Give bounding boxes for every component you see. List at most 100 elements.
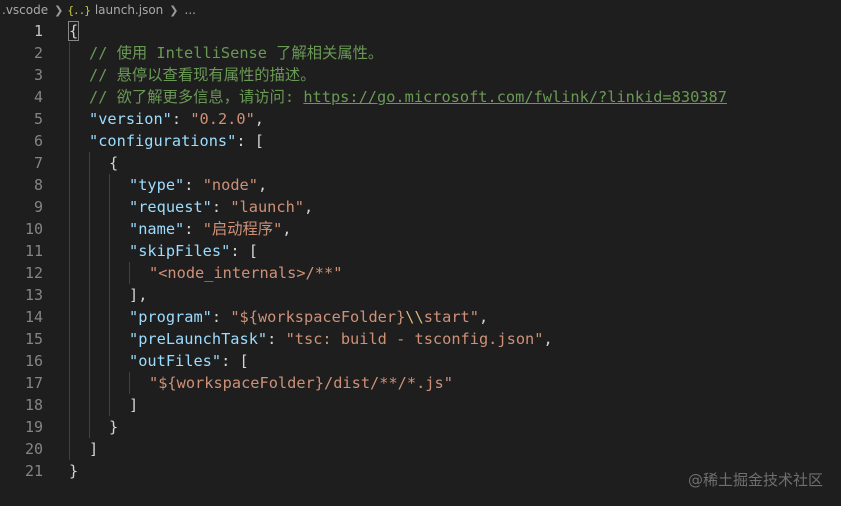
line-content: "<node_internals>/**": [149, 262, 342, 284]
indent-guide: [69, 350, 70, 372]
indent-guide: [129, 372, 130, 394]
token-str: "<node_internals>/**": [149, 264, 343, 282]
indent-guide: [69, 262, 70, 284]
code-line[interactable]: 4 // 欲了解更多信息，请访问: https://go.microsoft.co…: [0, 86, 841, 108]
code-line[interactable]: 1{: [0, 20, 841, 42]
code-line[interactable]: 19}: [0, 416, 841, 438]
line-number: 8: [33, 176, 43, 194]
token-key: "outFiles": [129, 352, 222, 370]
token-key: "name": [129, 220, 185, 238]
token-brace: }: [109, 418, 119, 436]
code-line[interactable]: 14 "program": "${workspaceFolder}\\start"…: [0, 306, 841, 328]
code-line[interactable]: 12 "<node_internals>/**": [0, 262, 841, 284]
token-brace: }: [69, 462, 79, 480]
code-line[interactable]: 6 "configurations": [: [0, 130, 841, 152]
token-punc: ,: [257, 176, 268, 194]
indent-guide: [69, 372, 70, 394]
code-line[interactable]: 5 "version": "0.2.0",: [0, 108, 841, 130]
code-editor[interactable]: .vscode ❯ {..} launch.json ❯ ... 1{2// 使…: [0, 0, 841, 506]
code-line[interactable]: 17 "${workspaceFolder}/dist/**/*.js": [0, 372, 841, 394]
indent-guide: [109, 196, 110, 218]
token-bracket: [: [254, 132, 264, 150]
code-lines[interactable]: 1{2// 使用 IntelliSense 了解相关属性。 3// 悬停以查看现有…: [0, 20, 841, 482]
line-content: {: [67, 20, 80, 42]
line-content: // 欲了解更多信息，请访问: https://go.microsoft.com…: [89, 86, 727, 108]
line-content: }: [69, 460, 78, 482]
token-bracket: ]: [89, 440, 99, 458]
code-line[interactable]: 9 "request": "launch",: [0, 196, 841, 218]
token-bracket: [: [248, 242, 258, 260]
code-line[interactable]: 20]: [0, 438, 841, 460]
token-comment: // 悬停以查看现有属性的描述。: [89, 66, 316, 84]
token-comment: // 使用 IntelliSense 了解相关属性。: [89, 44, 384, 62]
token-punc: :: [236, 132, 255, 150]
token-str: "启动程序": [202, 220, 283, 238]
token-punc: :: [211, 198, 231, 216]
indent-guide: [89, 394, 90, 416]
indent-guide: [109, 218, 110, 240]
line-number: 16: [24, 352, 43, 370]
code-line[interactable]: 8 "type": "node",: [0, 174, 841, 196]
code-line[interactable]: 18]: [0, 394, 841, 416]
code-line[interactable]: 2 // 使用 IntelliSense 了解相关属性。: [0, 42, 841, 64]
code-line[interactable]: 11 "skipFiles": [: [0, 240, 841, 262]
code-line[interactable]: 16 "outFiles": [: [0, 350, 841, 372]
token-key: "program": [129, 308, 212, 326]
token-key: "configurations": [89, 132, 237, 150]
token-link[interactable]: https://go.microsoft.com/fwlink/?linkid=…: [303, 88, 727, 106]
indent-guide: [69, 64, 70, 86]
code-line[interactable]: 7{: [0, 152, 841, 174]
line-content: }: [109, 416, 118, 438]
line-content: // 悬停以查看现有属性的描述。: [89, 64, 316, 86]
line-content: "name": "启动程序",: [129, 218, 292, 240]
line-number: 6: [33, 132, 43, 150]
line-number: 11: [24, 242, 43, 260]
breadcrumb-file[interactable]: launch.json: [93, 3, 165, 17]
code-line[interactable]: 13],: [0, 284, 841, 306]
token-comment: // 欲了解更多信息，请访问:: [89, 88, 304, 106]
indent-guide: [69, 196, 70, 218]
indent-guide: [109, 240, 110, 262]
token-key: "skipFiles": [129, 242, 231, 260]
breadcrumb-folder[interactable]: .vscode: [0, 3, 50, 17]
line-number: 1: [33, 22, 43, 40]
line-number: 21: [24, 462, 43, 480]
breadcrumb-more[interactable]: ...: [183, 3, 198, 17]
token-punc: :: [211, 308, 231, 326]
line-number: 10: [24, 220, 43, 238]
token-brace-hl: {: [67, 21, 80, 41]
indent-guide: [69, 394, 70, 416]
line-number: 20: [24, 440, 43, 458]
chevron-right-icon: ❯: [169, 3, 179, 17]
token-escape: \\: [405, 308, 424, 326]
line-number: 15: [24, 330, 43, 348]
indent-guide: [109, 328, 110, 350]
indent-guide: [69, 174, 70, 196]
token-punc: :: [267, 330, 286, 348]
indent-guide: [89, 262, 90, 284]
token-punc: :: [230, 242, 249, 260]
indent-guide: [109, 174, 110, 196]
line-number: 13: [24, 286, 43, 304]
indent-guide: [69, 306, 70, 328]
token-bracket: ],: [129, 286, 148, 304]
indent-guide: [69, 218, 70, 240]
line-content: // 使用 IntelliSense 了解相关属性。: [89, 42, 383, 64]
token-punc: ,: [304, 198, 314, 216]
indent-guide: [69, 328, 70, 350]
token-punc: :: [184, 176, 203, 194]
code-line[interactable]: 10 "name": "启动程序",: [0, 218, 841, 240]
code-line[interactable]: 3 // 悬停以查看现有属性的描述。: [0, 64, 841, 86]
token-str: start": [423, 308, 479, 326]
line-content: "request": "launch",: [129, 196, 313, 218]
code-line[interactable]: 15 "preLaunchTask": "tsc: build - tsconfi…: [0, 328, 841, 350]
indent-guide: [89, 284, 90, 306]
indent-guide: [109, 262, 110, 284]
line-content: {: [109, 152, 118, 174]
indent-guide: [89, 218, 90, 240]
indent-guide: [69, 130, 70, 152]
line-number: 14: [24, 308, 43, 326]
indent-guide: [129, 262, 130, 284]
token-punc: :: [184, 220, 203, 238]
token-str: "${workspaceFolder}: [230, 308, 406, 326]
